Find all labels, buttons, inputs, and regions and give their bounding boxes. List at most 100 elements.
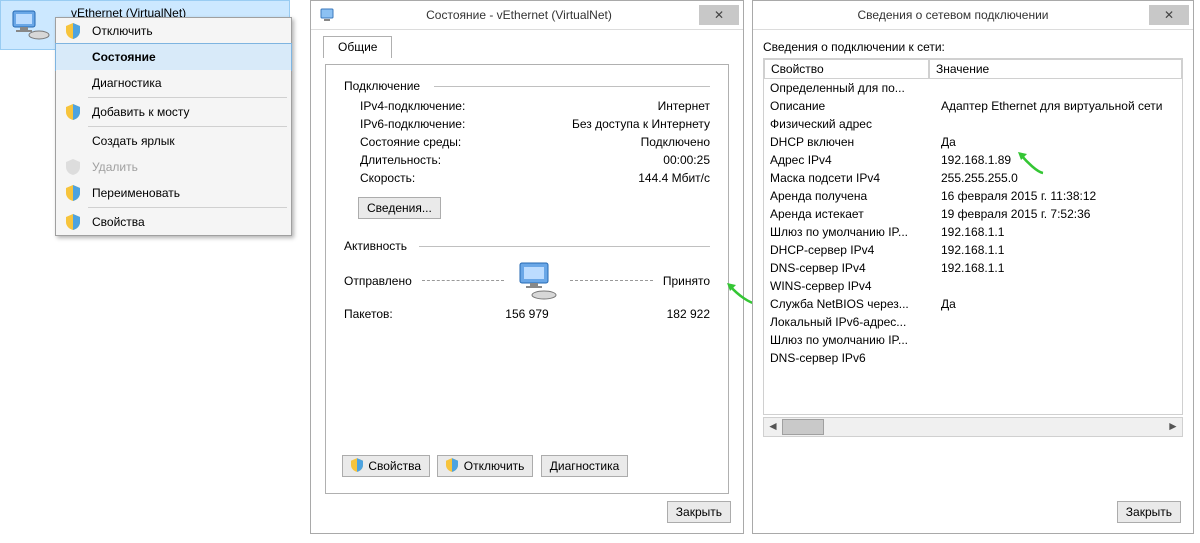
scroll-left-button[interactable]: ◄ <box>764 419 782 435</box>
group-activity-label: Активность <box>344 239 710 253</box>
blank-icon <box>66 49 82 65</box>
ipv4-label: IPv4-подключение: <box>360 99 465 113</box>
table-row[interactable]: Локальный IPv6-адрес... <box>764 313 1182 331</box>
menu-item-disable[interactable]: Отключить <box>56 18 291 44</box>
table-row[interactable]: ОписаниеАдаптер Ethernet для виртуальной… <box>764 97 1182 115</box>
disable-button[interactable]: Отключить <box>437 455 533 477</box>
details-window-titlebar[interactable]: Сведения о сетевом подключении ✕ <box>753 1 1193 30</box>
shield-disabled-icon <box>66 159 82 175</box>
table-row[interactable]: DHCP включенДа <box>764 133 1182 151</box>
column-header-property[interactable]: Свойство <box>764 59 929 79</box>
property-cell: DNS-сервер IPv6 <box>764 351 935 365</box>
close-button[interactable]: Закрыть <box>667 501 731 523</box>
column-header-value[interactable]: Значение <box>929 59 1182 79</box>
menu-item-label: Отключить <box>92 24 153 38</box>
button-label: Отключить <box>464 459 525 473</box>
table-row[interactable]: Физический адрес <box>764 115 1182 133</box>
property-cell: DHCP-сервер IPv4 <box>764 243 935 257</box>
media-state-value: Подключено <box>641 135 710 149</box>
value-cell: 19 февраля 2015 г. 7:52:36 <box>935 207 1182 221</box>
diagnose-button[interactable]: Диагностика <box>541 455 629 477</box>
blank-icon <box>66 133 82 149</box>
menu-item-label: Переименовать <box>92 186 180 200</box>
table-row[interactable]: Определенный для по... <box>764 79 1182 97</box>
speed-value: 144.4 Мбит/с <box>638 171 710 185</box>
shield-icon <box>66 185 82 201</box>
table-row[interactable]: Аренда получена16 февраля 2015 г. 11:38:… <box>764 187 1182 205</box>
table-row[interactable]: WINS-сервер IPv4 <box>764 277 1182 295</box>
scroll-thumb[interactable] <box>782 419 824 435</box>
menu-item-status[interactable]: Состояние <box>55 43 292 71</box>
menu-item-label: Создать ярлык <box>92 134 175 148</box>
media-state-row: Состояние среды: Подключено <box>344 133 710 151</box>
table-row[interactable]: Аренда истекает19 февраля 2015 г. 7:52:3… <box>764 205 1182 223</box>
table-row[interactable]: DNS-сервер IPv6 <box>764 349 1182 367</box>
menu-item-bridge[interactable]: Добавить к мосту <box>56 99 291 125</box>
table-row[interactable]: Шлюз по умолчанию IP...192.168.1.1 <box>764 223 1182 241</box>
ipv6-value: Без доступа к Интернету <box>572 117 710 131</box>
property-cell: Служба NetBIOS через... <box>764 297 935 311</box>
ipv6-label: IPv6-подключение: <box>360 117 465 131</box>
property-cell: Маска подсети IPv4 <box>764 171 935 185</box>
property-cell: Шлюз по умолчанию IP... <box>764 333 935 347</box>
blank-icon <box>66 75 82 91</box>
tab-general[interactable]: Общие <box>323 36 392 58</box>
property-cell: WINS-сервер IPv4 <box>764 279 935 293</box>
value-cell: 192.168.1.1 <box>935 261 1182 275</box>
menu-item-diagnose[interactable]: Диагностика <box>56 70 291 96</box>
property-cell: Аренда истекает <box>764 207 935 221</box>
menu-item-properties[interactable]: Свойства <box>56 209 291 235</box>
table-row[interactable]: Адрес IPv4192.168.1.89 <box>764 151 1182 169</box>
property-cell: Аренда получена <box>764 189 935 203</box>
context-menu: Отключить Состояние Диагностика Добавить… <box>55 17 292 236</box>
button-label: Диагностика <box>550 459 620 473</box>
menu-item-rename[interactable]: Переименовать <box>56 180 291 206</box>
group-connection-label: Подключение <box>344 79 710 93</box>
packets-received: 182 922 <box>600 307 710 321</box>
duration-value: 00:00:25 <box>663 153 710 167</box>
close-button[interactable]: ✕ <box>699 5 739 25</box>
close-button[interactable]: ✕ <box>1149 5 1189 25</box>
shield-icon <box>66 214 82 230</box>
table-row[interactable]: Маска подсети IPv4255.255.255.0 <box>764 169 1182 187</box>
ipv4-value: Интернет <box>658 99 710 113</box>
speed-label: Скорость: <box>360 171 415 185</box>
scroll-right-button[interactable]: ► <box>1164 419 1182 435</box>
horizontal-scrollbar[interactable]: ◄ ► <box>763 417 1183 437</box>
property-cell: Локальный IPv6-адрес... <box>764 315 935 329</box>
value-cell: 192.168.1.1 <box>935 225 1182 239</box>
property-cell: Описание <box>764 99 935 113</box>
value-cell: Адаптер Ethernet для виртуальной сети <box>935 99 1182 113</box>
value-cell: Да <box>935 297 1182 311</box>
speed-row: Скорость: 144.4 Мбит/с <box>344 169 710 187</box>
sent-label: Отправлено <box>344 274 412 288</box>
connection-icon <box>319 7 335 23</box>
network-adapter-icon <box>9 9 54 41</box>
ipv6-row: IPv6-подключение: Без доступа к Интернет… <box>344 115 710 133</box>
activity-computer-icon <box>514 261 560 301</box>
menu-item-label: Добавить к мосту <box>92 105 190 119</box>
details-button[interactable]: Сведения... <box>358 197 441 219</box>
shield-icon <box>446 458 458 476</box>
table-row[interactable]: Служба NetBIOS через...Да <box>764 295 1182 313</box>
table-row[interactable]: DHCP-сервер IPv4192.168.1.1 <box>764 241 1182 259</box>
value-cell: 192.168.1.89 <box>935 153 1182 167</box>
menu-item-label: Удалить <box>92 160 138 174</box>
property-cell: DNS-сервер IPv4 <box>764 261 935 275</box>
properties-button[interactable]: Свойства <box>342 455 430 477</box>
status-window-title: Состояние - vEthernet (VirtualNet) <box>339 8 699 22</box>
table-row[interactable]: DNS-сервер IPv4192.168.1.1 <box>764 259 1182 277</box>
details-caption: Сведения о подключении к сети: <box>763 40 1183 54</box>
packets-sent: 156 979 <box>454 307 600 321</box>
property-cell: DHCP включен <box>764 135 935 149</box>
table-row[interactable]: Шлюз по умолчанию IP... <box>764 331 1182 349</box>
property-cell: Шлюз по умолчанию IP... <box>764 225 935 239</box>
value-cell: Да <box>935 135 1182 149</box>
property-cell: Определенный для по... <box>764 81 935 95</box>
status-window-titlebar[interactable]: Состояние - vEthernet (VirtualNet) ✕ <box>311 1 743 30</box>
close-button[interactable]: Закрыть <box>1117 501 1181 523</box>
menu-item-label: Диагностика <box>92 76 162 90</box>
property-cell: Адрес IPv4 <box>764 153 935 167</box>
menu-item-label: Состояние <box>92 50 156 64</box>
menu-item-create-shortcut[interactable]: Создать ярлык <box>56 128 291 154</box>
